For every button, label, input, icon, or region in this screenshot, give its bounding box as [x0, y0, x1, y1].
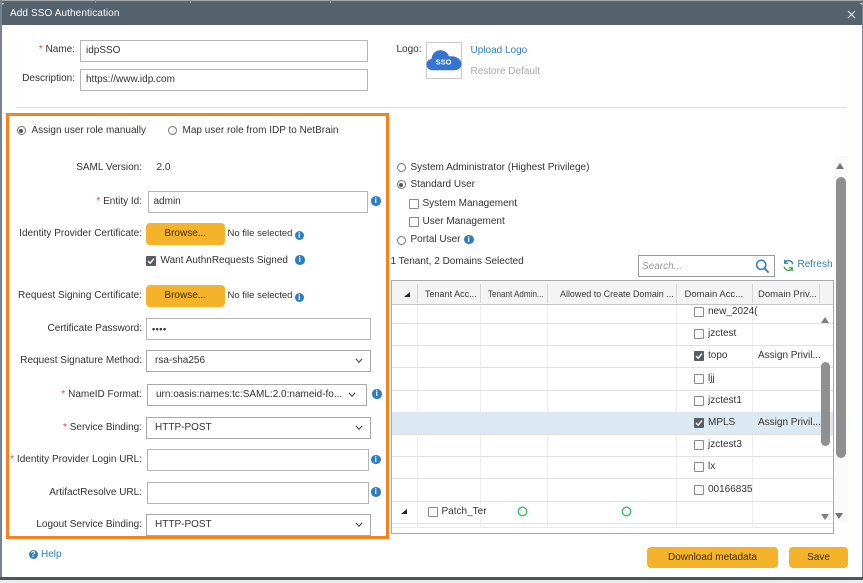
svg-text:SSO: SSO: [435, 57, 451, 66]
